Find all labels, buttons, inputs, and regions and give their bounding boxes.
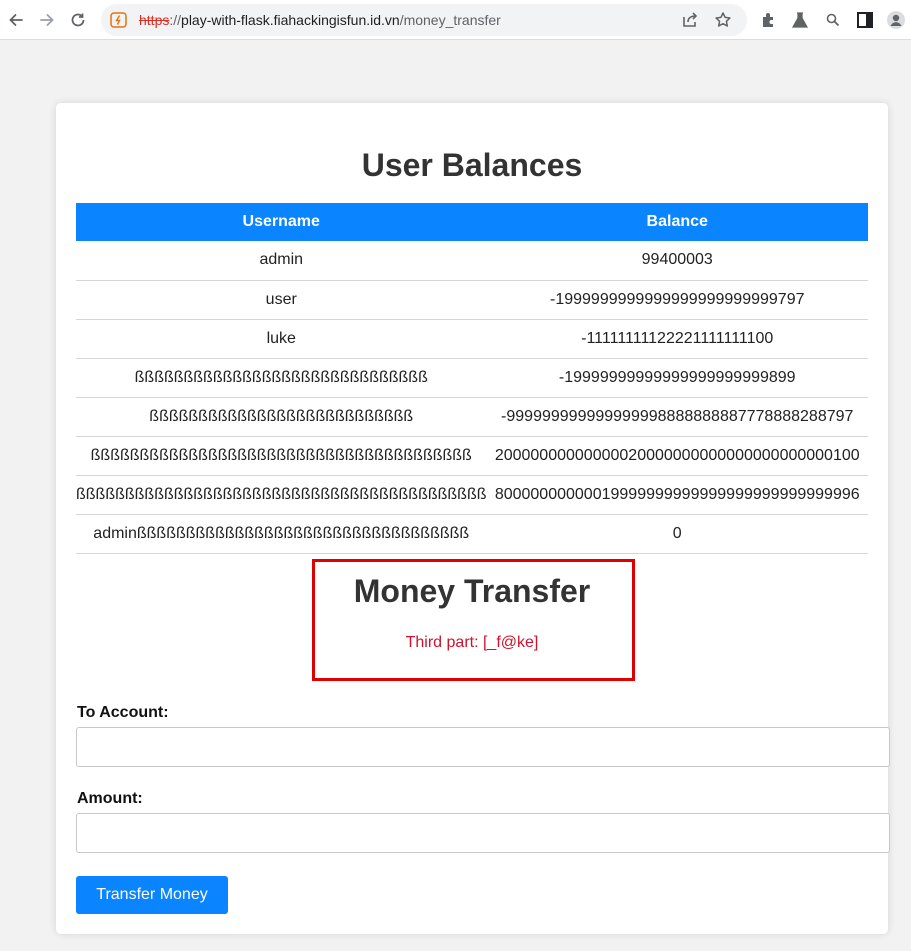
table-row: ßßßßßßßßßßßßßßßßßßßßßßßßßßßßßß -19999999… bbox=[76, 358, 868, 398]
username-cell: ßßßßßßßßßßßßßßßßßßßßßßßßßßßßßßßßßßßßßßßß… bbox=[76, 475, 487, 515]
address-bar[interactable]: https://play-with-flask.fiahackingisfun.… bbox=[101, 4, 747, 36]
reload-icon bbox=[71, 13, 85, 27]
table-header-row: Username Balance bbox=[76, 203, 868, 241]
avatar-icon[interactable] bbox=[886, 10, 906, 30]
url-scheme: https bbox=[139, 12, 170, 28]
table-row: user -1999999999999999999999999797 bbox=[76, 280, 868, 320]
side-panel-icon[interactable] bbox=[855, 10, 875, 30]
url-separator: :// bbox=[169, 12, 182, 28]
table-row: admin 99400003 bbox=[76, 241, 868, 281]
balance-cell: 0 bbox=[486, 514, 868, 554]
table-row: ßßßßßßßßßßßßßßßßßßßßßßßßßßßßßßßßßßßßßßß … bbox=[76, 436, 868, 476]
url-host: play-with-flask.fiahackingisfun.id.vn bbox=[181, 12, 400, 28]
balance-cell: -999999999999999998888888887778888288797 bbox=[486, 397, 868, 437]
page-title: User Balances bbox=[361, 147, 583, 183]
balance-cell: -1999999999999999999999999797 bbox=[486, 280, 868, 320]
browser-toolbar: https://play-with-flask.fiahackingisfun.… bbox=[0, 0, 911, 40]
username-cell: ßßßßßßßßßßßßßßßßßßßßßßßßßßßßßßßßßßßßßßß bbox=[76, 436, 487, 476]
amount-label: Amount: bbox=[77, 790, 143, 807]
search-icon[interactable] bbox=[823, 10, 843, 30]
username-cell: luke bbox=[76, 319, 487, 359]
table-row: luke -11111111122221111111100 bbox=[76, 319, 868, 359]
column-header-balance: Balance bbox=[486, 203, 868, 241]
balance-cell: -11111111122221111111100 bbox=[486, 319, 868, 359]
table-row: ßßßßßßßßßßßßßßßßßßßßßßßßßßß -99999999999… bbox=[76, 397, 868, 437]
balance-cell: 8000000000001999999999999999999999999999… bbox=[486, 475, 868, 515]
balance-cell: -19999999999999999999999899 bbox=[486, 358, 868, 398]
username-cell: user bbox=[76, 280, 487, 320]
amount-input[interactable] bbox=[76, 813, 890, 853]
balance-cell: 99400003 bbox=[486, 241, 868, 281]
username-cell: ßßßßßßßßßßßßßßßßßßßßßßßßßßßßßß bbox=[76, 358, 487, 398]
content-card: User Balances Username Balance admin 994… bbox=[56, 103, 890, 934]
username-cell: ßßßßßßßßßßßßßßßßßßßßßßßßßßß bbox=[76, 397, 487, 437]
table-row: ßßßßßßßßßßßßßßßßßßßßßßßßßßßßßßßßßßßßßßßß… bbox=[76, 475, 868, 515]
flask-icon[interactable] bbox=[790, 10, 810, 30]
not-secure-icon[interactable] bbox=[110, 12, 127, 28]
url-text[interactable]: https://play-with-flask.fiahackingisfun.… bbox=[139, 12, 501, 28]
balance-cell: 2000000000000002000000000000000000000010… bbox=[486, 436, 868, 476]
back-button[interactable] bbox=[4, 8, 28, 32]
flag-message: Third part: [_f@ke] bbox=[405, 634, 539, 651]
forward-button[interactable] bbox=[35, 8, 59, 32]
user-balances-table: Username Balance admin 99400003 user -19… bbox=[76, 203, 868, 554]
puzzle-icon[interactable] bbox=[759, 10, 779, 30]
reload-button[interactable] bbox=[66, 8, 90, 32]
arrow-left-icon bbox=[9, 14, 23, 26]
url-path: /money_transfer bbox=[399, 12, 501, 28]
arrow-right-icon bbox=[40, 14, 54, 26]
star-icon[interactable] bbox=[714, 11, 732, 29]
username-cell: adminßßßßßßßßßßßßßßßßßßßßßßßßßßßßßßßßßß bbox=[76, 514, 487, 554]
to-account-label: To Account: bbox=[77, 704, 169, 721]
username-cell: admin bbox=[76, 241, 487, 281]
column-header-username: Username bbox=[76, 203, 487, 241]
share-icon[interactable] bbox=[681, 11, 699, 29]
transfer-money-button[interactable]: Transfer Money bbox=[76, 876, 228, 914]
to-account-input[interactable] bbox=[76, 727, 890, 767]
table-row: adminßßßßßßßßßßßßßßßßßßßßßßßßßßßßßßßßßß … bbox=[76, 514, 868, 554]
money-transfer-title: Money Transfer bbox=[353, 573, 591, 609]
